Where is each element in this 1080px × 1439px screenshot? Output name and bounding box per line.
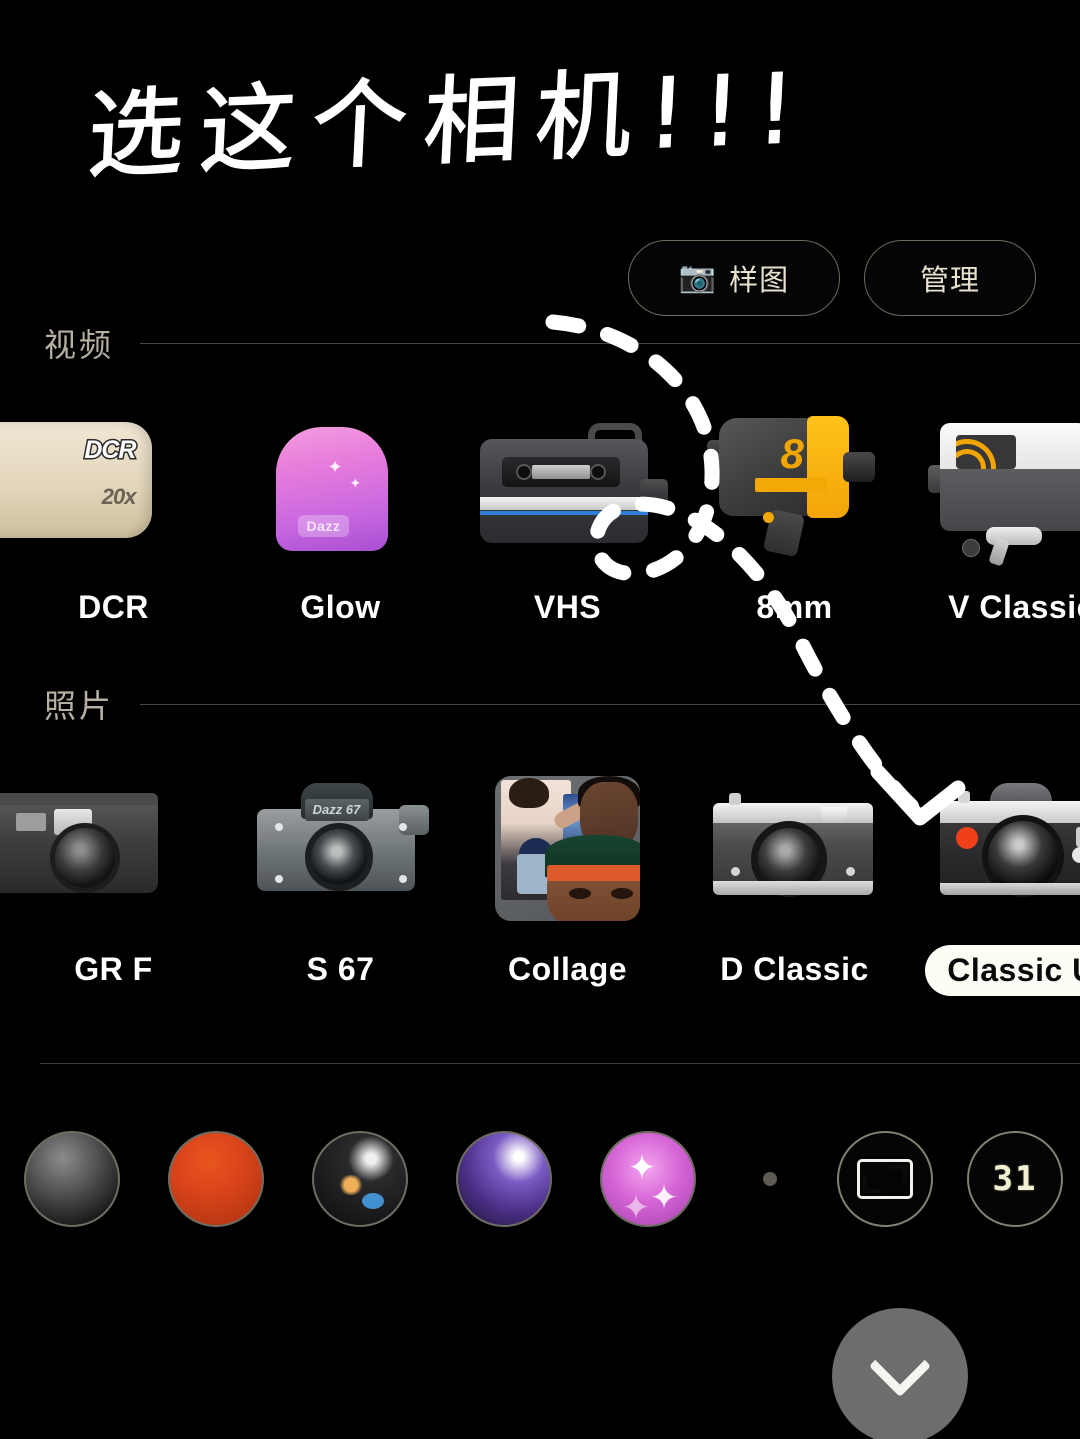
section-divider [40, 1063, 1080, 1064]
camera-label-collage: Collage [507, 951, 628, 987]
lens-filter-orange[interactable] [168, 1131, 264, 1227]
aspect-ratio-icon [857, 1159, 913, 1199]
collage-thumbnail [478, 766, 658, 931]
camera-label-dclassic: D Classic [720, 951, 869, 987]
dcr-badge-text: DCR [83, 435, 138, 466]
date-stamp-button[interactable]: 31 [967, 1131, 1063, 1227]
lens-filter-grey[interactable] [24, 1131, 120, 1227]
glow-tag-text: Dazz [297, 515, 350, 537]
sample-button[interactable]: 📷 样图 [628, 240, 840, 316]
pagination-dot [763, 1172, 777, 1186]
camera-icon: 📷 [678, 261, 718, 294]
collapse-button[interactable] [832, 1308, 968, 1439]
classicu-camera-icon [932, 766, 1080, 931]
section-title-video: 视频 [44, 327, 115, 363]
camera-label-s67: S 67 [306, 951, 375, 987]
dclassic-camera-icon [705, 766, 885, 931]
camera-row-video: DCR 20x DCR ✦ ✦ Dazz Glow VHS 8 8mm V Cl… [0, 404, 1080, 632]
camera-item-classicu[interactable]: Classic U [908, 766, 1080, 996]
camera-item-vclassic[interactable]: V Classic [908, 404, 1080, 632]
camera-label-grf: GR F [74, 951, 153, 987]
chevron-down-icon [868, 1334, 932, 1398]
camera-label-classicu: Classic U [925, 945, 1080, 996]
handwritten-annotation: 选这个相机!!! [84, 51, 814, 193]
vhs-camera-icon [478, 404, 668, 569]
filter-toolbar: 31 [0, 1118, 1080, 1240]
vclassic-camera-icon [927, 404, 1080, 569]
s67-plate-text: Dazz 67 [304, 798, 369, 821]
camera-label-glow: Glow [300, 589, 381, 625]
section-rule [140, 342, 1080, 344]
camera-row-photo: GR F Dazz 67 S 67 Collage D Classic Clas… [0, 766, 1080, 996]
sample-button-label: 样图 [729, 265, 790, 297]
section-header-photo: 照片 [0, 681, 1080, 727]
camera-item-collage[interactable]: Collage [454, 766, 681, 996]
date-stamp-value: 31 [992, 1159, 1038, 1199]
grf-camera-icon [0, 766, 204, 931]
camera-label-vclassic: V Classic [948, 589, 1080, 625]
camera-label-8mm: 8mm [756, 589, 833, 625]
manage-button-label: 管理 [919, 265, 980, 297]
camera-picker-screen: 选这个相机!!! 📷 样图 管理 视频 DCR 20x DCR ✦ ✦ Dazz… [0, 0, 1080, 1439]
glow-camera-icon: ✦ ✦ Dazz [251, 404, 431, 569]
camera-item-dclassic[interactable]: D Classic [681, 766, 908, 996]
section-rule [140, 703, 1080, 705]
camera-item-8mm[interactable]: 8 8mm [681, 404, 908, 632]
s67-camera-icon: Dazz 67 [251, 766, 431, 931]
8mm-badge-text: 8 [780, 429, 804, 477]
8mm-camera-icon: 8 [705, 404, 885, 569]
section-title-photo: 照片 [44, 688, 115, 724]
lens-filter-purple[interactable] [456, 1131, 552, 1227]
section-header-video: 视频 [0, 320, 1080, 366]
dcr-camera-icon: DCR 20x [0, 404, 204, 569]
manage-button[interactable]: 管理 [864, 240, 1036, 316]
dcr-sub-text: 20x [101, 484, 137, 509]
camera-item-vhs[interactable]: VHS [454, 404, 681, 632]
camera-label-vhs: VHS [533, 589, 602, 625]
top-action-bar: 📷 样图 管理 [628, 240, 1036, 316]
camera-item-s67[interactable]: Dazz 67 S 67 [227, 766, 454, 996]
camera-item-glow[interactable]: ✦ ✦ Dazz Glow [227, 404, 454, 632]
camera-item-dcr[interactable]: DCR 20x DCR [0, 404, 227, 632]
camera-label-dcr: DCR [78, 589, 149, 625]
lens-filter-flare[interactable] [312, 1131, 408, 1227]
lens-filter-pink[interactable] [600, 1131, 696, 1227]
camera-item-grf[interactable]: GR F [0, 766, 227, 996]
aspect-ratio-button[interactable] [837, 1131, 933, 1227]
